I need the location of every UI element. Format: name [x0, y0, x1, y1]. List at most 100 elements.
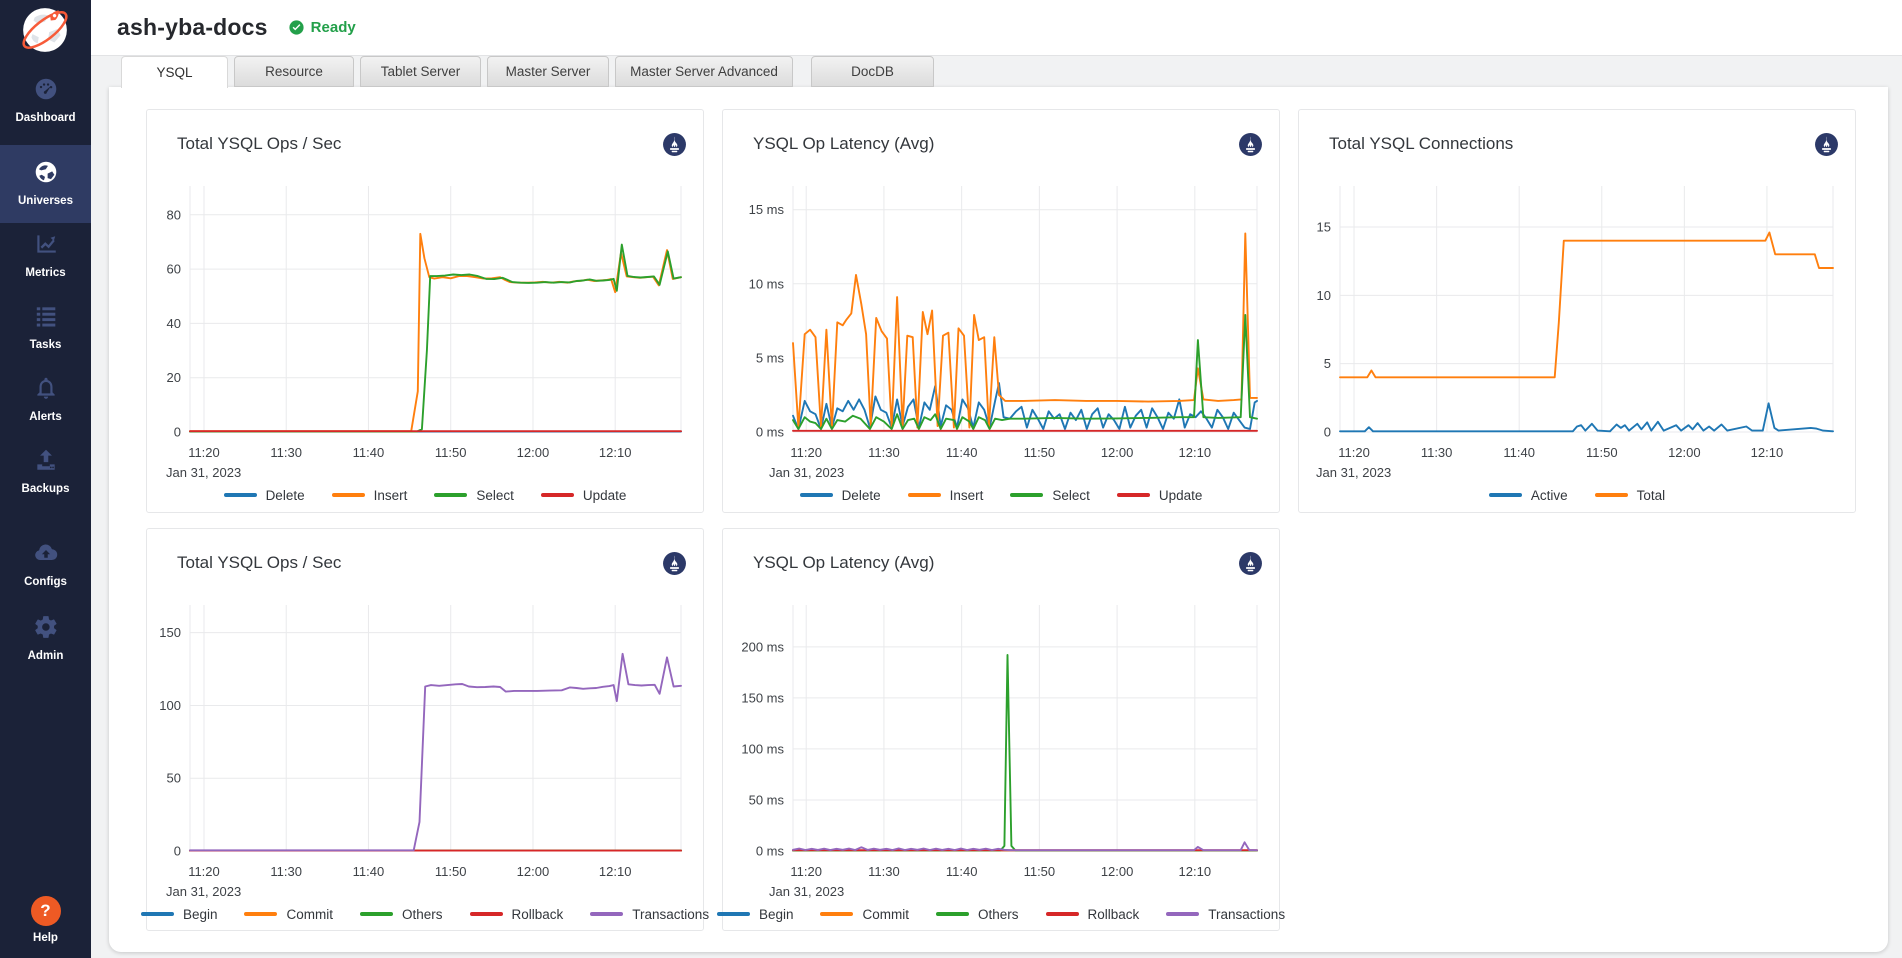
legend-label: Update [583, 488, 627, 503]
legend-item[interactable]: Transactions [590, 907, 709, 922]
legend-item[interactable]: Transactions [1166, 907, 1285, 922]
sidebar-item-backups[interactable]: Backups [0, 447, 91, 495]
x-axis-tick-label: 12:00 [1101, 864, 1134, 879]
x-axis-tick-label: 11:20 [1338, 445, 1370, 460]
chart-title: YSQL Op Latency (Avg) [753, 134, 934, 154]
sidebar-item-help[interactable]: ? Help [0, 896, 91, 944]
chart-svg: 02040608011:2011:3011:4011:5012:0012:10J… [147, 110, 705, 514]
legend-item[interactable]: Delete [800, 488, 881, 503]
sidebar-item-universes[interactable]: Universes [0, 145, 91, 223]
y-axis-tick-label: 50 ms [749, 792, 785, 807]
universe-title: ash-yba-docs [117, 14, 268, 41]
legend-item[interactable]: Delete [224, 488, 305, 503]
prometheus-icon[interactable] [662, 551, 687, 576]
y-axis-tick-label: 0 ms [756, 425, 785, 440]
chart-legend: Delete Insert Select Update [723, 484, 1279, 506]
line-chart-icon [33, 231, 59, 257]
chart-title: Total YSQL Connections [1329, 134, 1513, 154]
legend-label: Transactions [1208, 907, 1285, 922]
sidebar-item-dashboard[interactable]: Dashboard [0, 76, 91, 124]
legend-item[interactable]: Others [360, 907, 443, 922]
chart-legend: BeginCommitOthersRollbackTransactions [723, 903, 1279, 925]
legend-swatch [717, 912, 750, 916]
legend-swatch [470, 912, 503, 916]
legend-label: Begin [759, 907, 794, 922]
legend-label: Total [1637, 488, 1666, 503]
legend-item[interactable]: Select [1010, 488, 1090, 503]
legend-swatch [1117, 493, 1150, 497]
sidebar-item-configs[interactable]: Configs [0, 540, 91, 588]
tab-tablet-server[interactable]: Tablet Server [360, 56, 481, 87]
legend-item[interactable]: Update [1117, 488, 1203, 503]
legend-item[interactable]: Select [434, 488, 514, 503]
y-axis-tick-label: 40 [167, 316, 181, 331]
legend-item[interactable]: Rollback [470, 907, 564, 922]
sidebar-item-alerts[interactable]: Alerts [0, 375, 91, 423]
legend-item[interactable]: Commit [244, 907, 333, 922]
legend-swatch [908, 493, 941, 497]
sidebar-item-admin[interactable]: Admin [0, 614, 91, 662]
prometheus-icon[interactable] [1814, 132, 1839, 157]
help-icon: ? [31, 896, 61, 926]
prometheus-icon[interactable] [1238, 132, 1263, 157]
y-axis-tick-label: 100 [159, 698, 181, 713]
legend-item[interactable]: Others [936, 907, 1019, 922]
legend-swatch [434, 493, 467, 497]
sidebar-item-tasks[interactable]: Tasks [0, 303, 91, 351]
y-axis-tick-label: 200 ms [741, 639, 784, 654]
metrics-card: Total YSQL Ops / Sec 02040608011:2011:30… [109, 87, 1888, 952]
y-axis-tick-label: 10 [1317, 288, 1331, 303]
legend-label: Delete [266, 488, 305, 503]
gauge-icon [33, 76, 59, 102]
sidebar-item-label: Universes [0, 195, 91, 207]
chart-canvas: 05101511:2011:3011:4011:5012:0012:10Jan … [1299, 110, 1855, 512]
x-axis-tick-label: 12:00 [517, 864, 550, 879]
legend-swatch [541, 493, 574, 497]
y-axis-tick-label: 0 [174, 425, 181, 440]
sidebar-item-label: Tasks [0, 339, 91, 351]
tab-master-server-advanced[interactable]: Master Server Advanced [615, 56, 793, 87]
legend-swatch [800, 493, 833, 497]
y-axis-tick-label: 150 ms [741, 690, 784, 705]
legend-item[interactable]: Total [1595, 488, 1666, 503]
gear-icon [33, 614, 59, 640]
sidebar-item-label: Admin [0, 650, 91, 662]
legend-item[interactable]: Begin [717, 907, 794, 922]
x-axis-tick-label: 11:40 [946, 864, 978, 879]
sidebar-item-label: Configs [0, 576, 91, 588]
legend-swatch [332, 493, 365, 497]
x-axis-tick-label: 11:30 [868, 445, 900, 460]
legend-item[interactable]: Insert [332, 488, 408, 503]
globe-icon [33, 159, 59, 185]
series-insert [190, 234, 681, 431]
chart-svg: 0 ms50 ms100 ms150 ms200 ms11:2011:3011:… [723, 529, 1281, 933]
legend-item[interactable]: Active [1489, 488, 1568, 503]
legend-item[interactable]: Begin [141, 907, 218, 922]
tab-ysql[interactable]: YSQL [121, 56, 228, 88]
x-axis-tick-label: 11:30 [270, 864, 302, 879]
legend-label: Rollback [1088, 907, 1140, 922]
legend-swatch [244, 912, 277, 916]
sidebar-item-label: Metrics [0, 267, 91, 279]
tab-resource[interactable]: Resource [234, 56, 354, 87]
chart-svg: 05010015011:2011:3011:4011:5012:0012:10J… [147, 529, 705, 933]
prometheus-icon[interactable] [1238, 551, 1263, 576]
tab-docdb[interactable]: DocDB [811, 56, 934, 87]
y-axis-tick-label: 10 ms [749, 276, 785, 291]
status-badge: Ready [288, 19, 356, 36]
legend-item[interactable]: Update [541, 488, 627, 503]
legend-item[interactable]: Rollback [1046, 907, 1140, 922]
legend-label: Update [1159, 488, 1203, 503]
yugabyte-logo-icon[interactable] [20, 5, 70, 55]
chart-panel: YSQL Op Latency (Avg) 0 ms50 ms100 ms150… [722, 528, 1280, 931]
y-axis-tick-label: 0 [174, 844, 181, 859]
sidebar-item-metrics[interactable]: Metrics [0, 231, 91, 279]
tab-master-server[interactable]: Master Server [487, 56, 609, 87]
legend-swatch [224, 493, 257, 497]
legend-item[interactable]: Commit [820, 907, 909, 922]
x-axis-tick-label: 11:20 [790, 445, 822, 460]
chart-legend: BeginCommitOthersRollbackTransactions [147, 903, 703, 925]
legend-item[interactable]: Insert [908, 488, 984, 503]
prometheus-icon[interactable] [662, 132, 687, 157]
chart-canvas: 02040608011:2011:3011:4011:5012:0012:10J… [147, 110, 703, 512]
